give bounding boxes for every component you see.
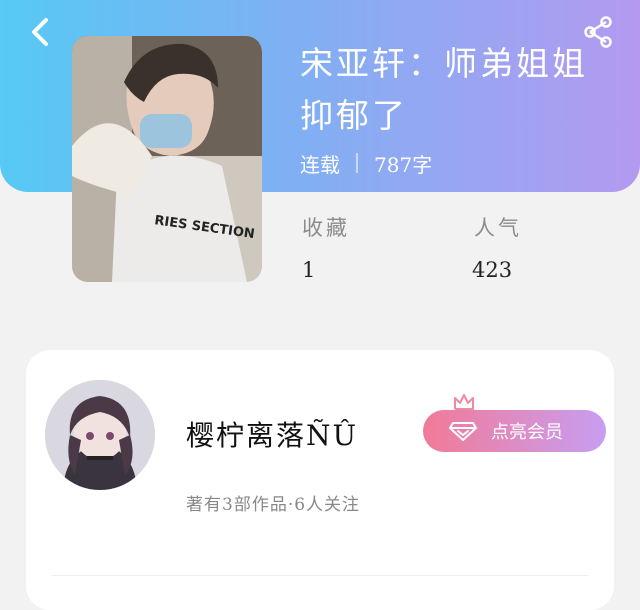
- popularity-value: 423: [472, 258, 513, 282]
- word-count: 787字: [374, 152, 433, 177]
- chevron-left-icon: [32, 18, 48, 46]
- diamond-icon: [449, 420, 477, 442]
- serial-status: 连载: [300, 152, 340, 177]
- collect-value: 1: [302, 258, 316, 282]
- book-title: 宋亚轩：师弟姐姐抑郁了: [300, 44, 588, 135]
- book-cover-image: RIES SECTION: [72, 36, 262, 282]
- author-name[interactable]: 樱柠离落ÑÛ: [186, 414, 358, 454]
- vip-button[interactable]: 点亮会员: [423, 410, 606, 452]
- popularity-label: 人气: [474, 216, 522, 240]
- meta-divider: [356, 153, 358, 173]
- avatar[interactable]: [45, 380, 155, 490]
- avatar-image: [45, 380, 155, 490]
- book-cover[interactable]: RIES SECTION: [72, 36, 262, 282]
- card-divider: [52, 575, 588, 576]
- author-summary: 著有3部作品·6人关注: [186, 495, 361, 515]
- vip-button-label: 点亮会员: [491, 422, 563, 443]
- collect-label: 收藏: [302, 216, 350, 240]
- book-meta: 连载 787字: [300, 148, 432, 178]
- back-button[interactable]: [20, 12, 60, 52]
